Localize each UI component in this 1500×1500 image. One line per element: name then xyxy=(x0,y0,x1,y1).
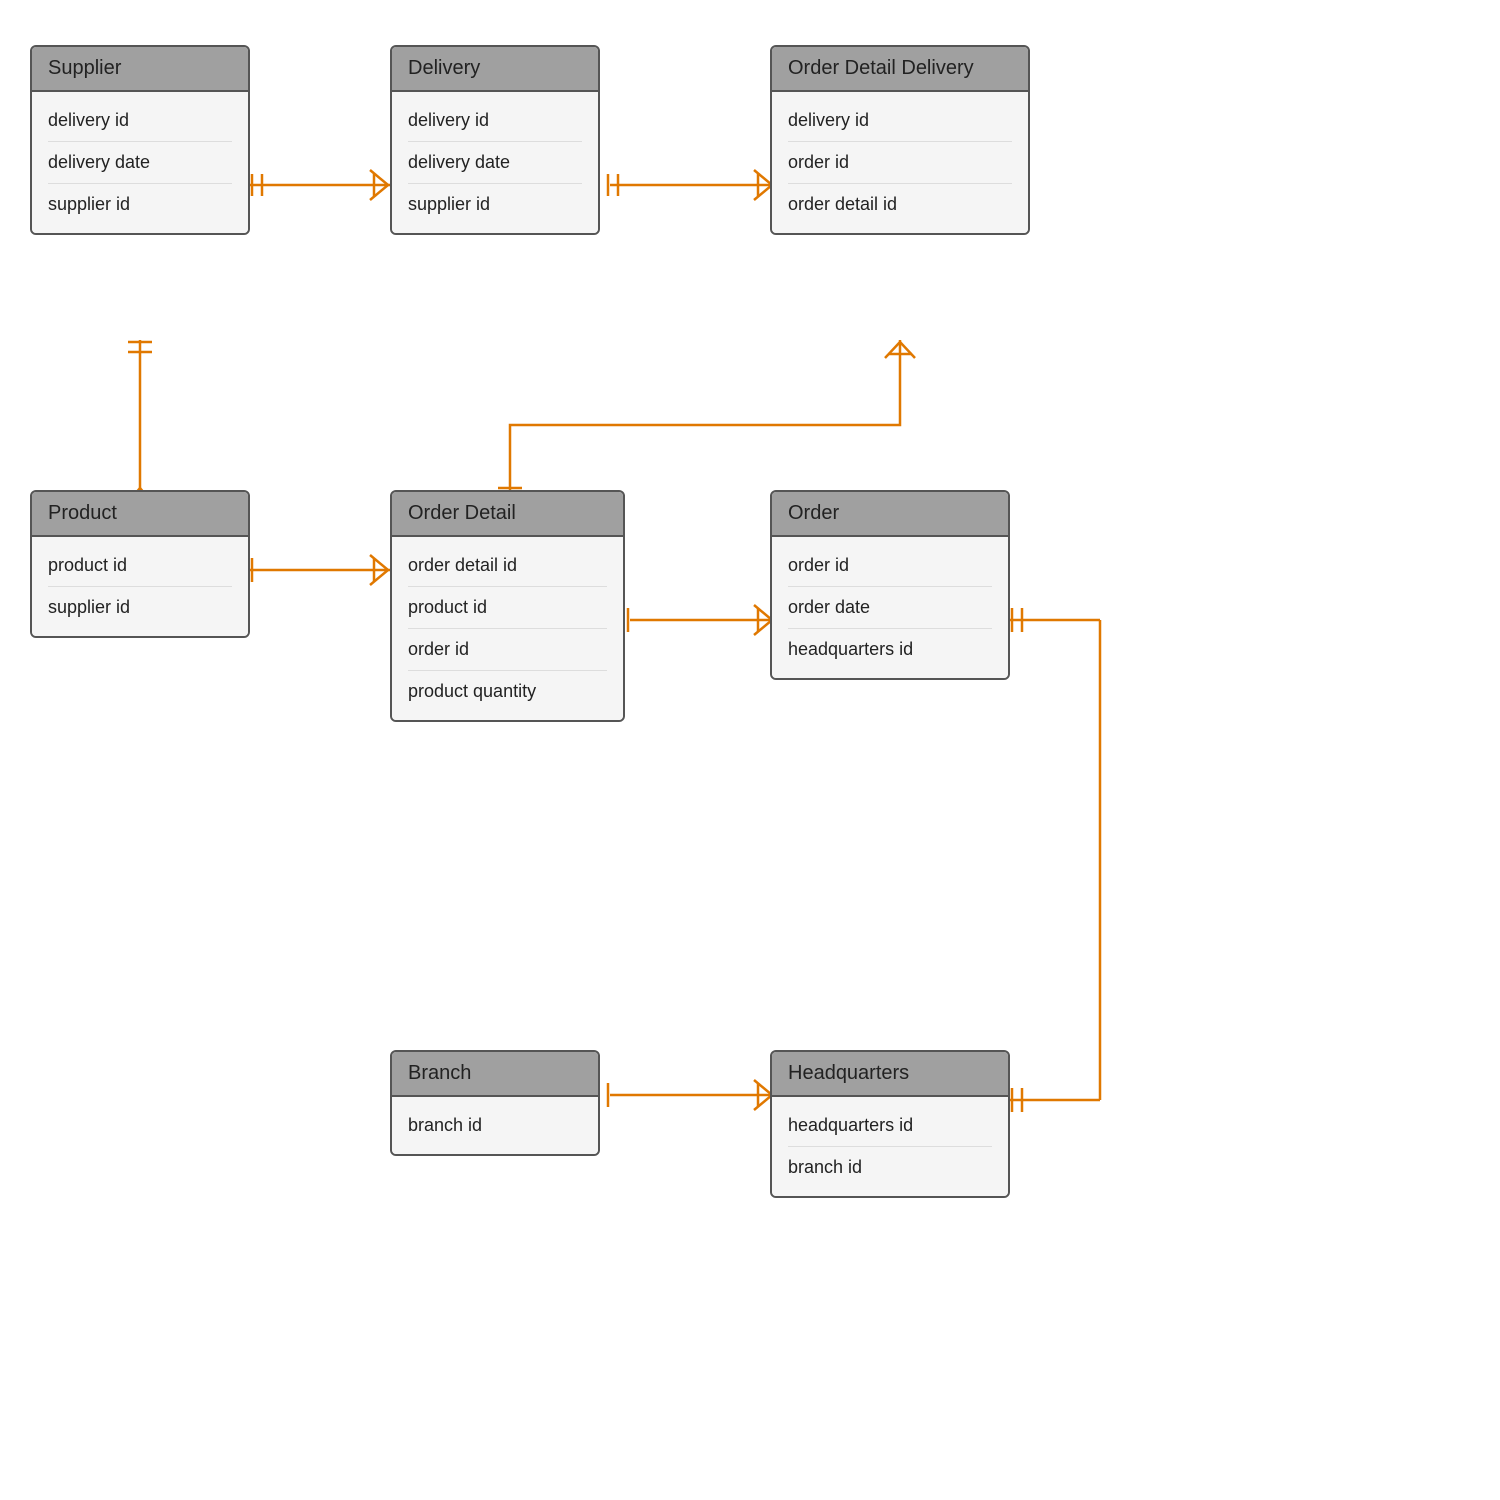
order-detail-delivery-table: Order Detail Delivery delivery id order … xyxy=(770,45,1030,235)
delivery-field-3: supplier id xyxy=(408,184,582,225)
branch-field-1: branch id xyxy=(408,1105,582,1146)
od-field-4: product quantity xyxy=(408,671,607,712)
odd-field-2: order id xyxy=(788,142,1012,184)
hq-field-2: branch id xyxy=(788,1147,992,1188)
od-field-1: order detail id xyxy=(408,545,607,587)
branch-body: branch id xyxy=(392,1097,598,1154)
delivery-field-1: delivery id xyxy=(408,100,582,142)
order-table: Order order id order date headquarters i… xyxy=(770,490,1010,680)
headquarters-header: Headquarters xyxy=(772,1052,1008,1097)
order-detail-table: Order Detail order detail id product id … xyxy=(390,490,625,722)
product-field-1: product id xyxy=(48,545,232,587)
od-field-2: product id xyxy=(408,587,607,629)
branch-header: Branch xyxy=(392,1052,598,1097)
order-detail-body: order detail id product id order id prod… xyxy=(392,537,623,720)
supplier-field-2: delivery date xyxy=(48,142,232,184)
hq-field-1: headquarters id xyxy=(788,1105,992,1147)
odd-field-1: delivery id xyxy=(788,100,1012,142)
delivery-body: delivery id delivery date supplier id xyxy=(392,92,598,233)
od-field-3: order id xyxy=(408,629,607,671)
order-header: Order xyxy=(772,492,1008,537)
odd-field-3: order detail id xyxy=(788,184,1012,225)
delivery-table: Delivery delivery id delivery date suppl… xyxy=(390,45,600,235)
order-detail-delivery-header: Order Detail Delivery xyxy=(772,47,1028,92)
product-table: Product product id supplier id xyxy=(30,490,250,638)
order-field-1: order id xyxy=(788,545,992,587)
supplier-field-1: delivery id xyxy=(48,100,232,142)
product-field-2: supplier id xyxy=(48,587,232,628)
supplier-header: Supplier xyxy=(32,47,248,92)
headquarters-body: headquarters id branch id xyxy=(772,1097,1008,1196)
delivery-field-2: delivery date xyxy=(408,142,582,184)
supplier-table: Supplier delivery id delivery date suppl… xyxy=(30,45,250,235)
headquarters-table: Headquarters headquarters id branch id xyxy=(770,1050,1010,1198)
order-body: order id order date headquarters id xyxy=(772,537,1008,678)
branch-table: Branch branch id xyxy=(390,1050,600,1156)
product-body: product id supplier id xyxy=(32,537,248,636)
supplier-body: delivery id delivery date supplier id xyxy=(32,92,248,233)
delivery-header: Delivery xyxy=(392,47,598,92)
order-detail-delivery-body: delivery id order id order detail id xyxy=(772,92,1028,233)
supplier-field-3: supplier id xyxy=(48,184,232,225)
order-field-3: headquarters id xyxy=(788,629,992,670)
product-header: Product xyxy=(32,492,248,537)
order-field-2: order date xyxy=(788,587,992,629)
order-detail-header: Order Detail xyxy=(392,492,623,537)
